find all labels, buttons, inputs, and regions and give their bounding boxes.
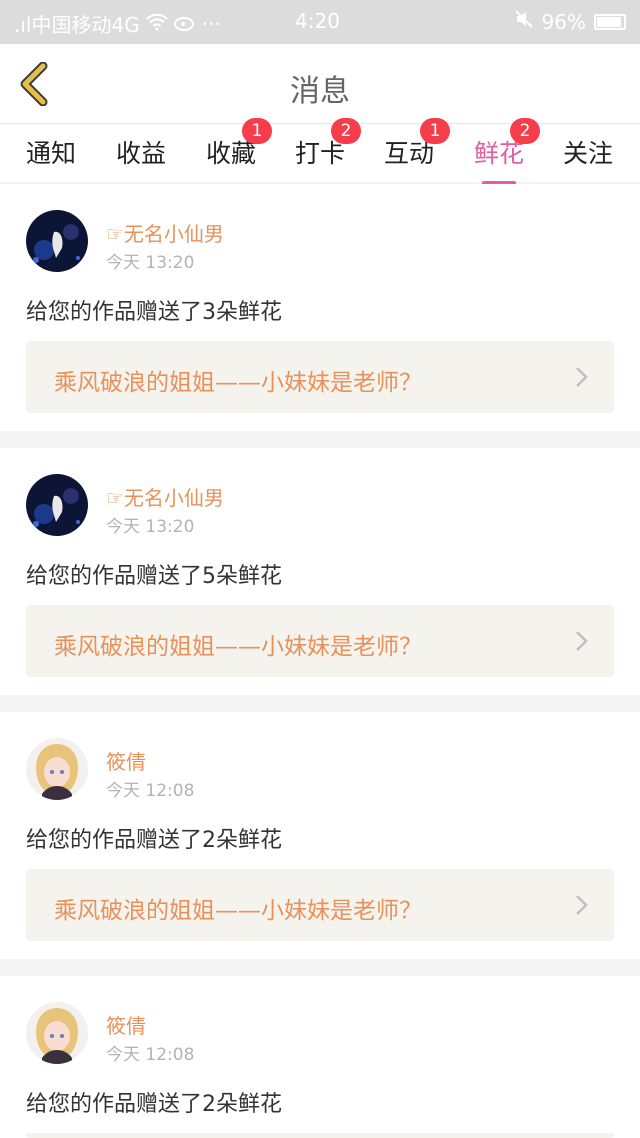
message-time: 今天 13:20 <box>106 517 195 537</box>
message-time: 今天 12:08 <box>106 1045 195 1065</box>
avatar[interactable] <box>26 210 88 272</box>
avatar[interactable] <box>26 474 88 536</box>
wifi-icon <box>145 12 168 36</box>
unread-badge: 2 <box>510 118 540 144</box>
status-bar: .ıl中国移动4G ··· 4:20 96% <box>0 0 640 44</box>
work-link[interactable]: 乘风破浪的姐姐——小妹妹是老师？ <box>26 869 614 941</box>
message-time: 今天 12:08 <box>106 781 195 801</box>
battery-percent: 96% <box>541 9 586 34</box>
sender-name[interactable]: 筱倩 <box>106 746 146 775</box>
work-link[interactable] <box>26 1133 614 1138</box>
unread-badge: 2 <box>331 118 361 144</box>
more-dots-icon: ··· <box>201 11 221 36</box>
sender-name[interactable]: ☞无名小仙男 <box>106 218 224 247</box>
tab-label: 通知 <box>25 139 76 168</box>
flower-message-card: ☞无名小仙男 今天 13:20 给您的作品赠送了5朵鲜花 乘风破浪的姐姐——小妹… <box>0 448 640 695</box>
flower-message-card: 筱倩 今天 12:08 给您的作品赠送了2朵鲜花 <box>0 976 640 1138</box>
message-text: 给您的作品赠送了5朵鲜花 <box>26 564 282 589</box>
status-time: 4:20 <box>295 9 340 33</box>
tab-notice[interactable]: 通知 <box>6 134 96 182</box>
flower-message-card: ☞无名小仙男 今天 13:20 给您的作品赠送了3朵鲜花 乘风破浪的姐姐——小妹… <box>0 184 640 431</box>
avatar[interactable] <box>26 738 88 800</box>
tab-checkin[interactable]: 打卡 2 <box>275 118 365 182</box>
page-title: 消息 <box>290 74 350 109</box>
tab-following[interactable]: 关注 <box>543 134 633 182</box>
battery-icon <box>594 13 626 30</box>
sender-name[interactable]: 筱倩 <box>106 1010 146 1039</box>
flower-message-card: 筱倩 今天 12:08 给您的作品赠送了2朵鲜花 乘风破浪的姐姐——小妹妹是老师… <box>0 712 640 959</box>
sender-name[interactable]: ☞无名小仙男 <box>106 482 224 511</box>
work-title: 乘风破浪的姐姐——小妹妹是老师？ <box>54 634 422 660</box>
unread-badge: 1 <box>420 118 450 144</box>
work-link[interactable]: 乘风破浪的姐姐——小妹妹是老师？ <box>26 605 614 677</box>
tab-income[interactable]: 收益 <box>96 134 186 182</box>
message-text: 给您的作品赠送了2朵鲜花 <box>26 1092 282 1117</box>
chevron-right-icon <box>576 367 588 387</box>
nav-header: 消息 <box>0 44 640 124</box>
avatar[interactable] <box>26 1002 88 1064</box>
tab-interaction[interactable]: 互动 1 <box>364 118 454 182</box>
carrier-label: .ıl中国移动4G <box>14 13 140 37</box>
message-time: 今天 13:20 <box>106 253 195 273</box>
unread-badge: 1 <box>242 118 272 144</box>
tab-flowers[interactable]: 鲜花 2 <box>454 118 544 185</box>
weibo-icon <box>173 12 196 36</box>
tab-favorites[interactable]: 收藏 1 <box>186 118 276 182</box>
chevron-right-icon <box>576 631 588 651</box>
work-title: 乘风破浪的姐姐——小妹妹是老师？ <box>54 898 422 924</box>
chevron-right-icon <box>576 895 588 915</box>
mute-icon <box>514 9 534 34</box>
message-text: 给您的作品赠送了2朵鲜花 <box>26 828 282 853</box>
message-text: 给您的作品赠送了3朵鲜花 <box>26 300 282 325</box>
tab-label: 关注 <box>562 139 613 168</box>
tab-bar: 通知 收益 收藏 1 打卡 2 互动 1 鲜花 2 关注 <box>0 118 640 185</box>
tab-label: 收益 <box>115 139 166 168</box>
work-title: 乘风破浪的姐姐——小妹妹是老师？ <box>54 370 422 396</box>
work-link[interactable]: 乘风破浪的姐姐——小妹妹是老师？ <box>26 341 614 413</box>
